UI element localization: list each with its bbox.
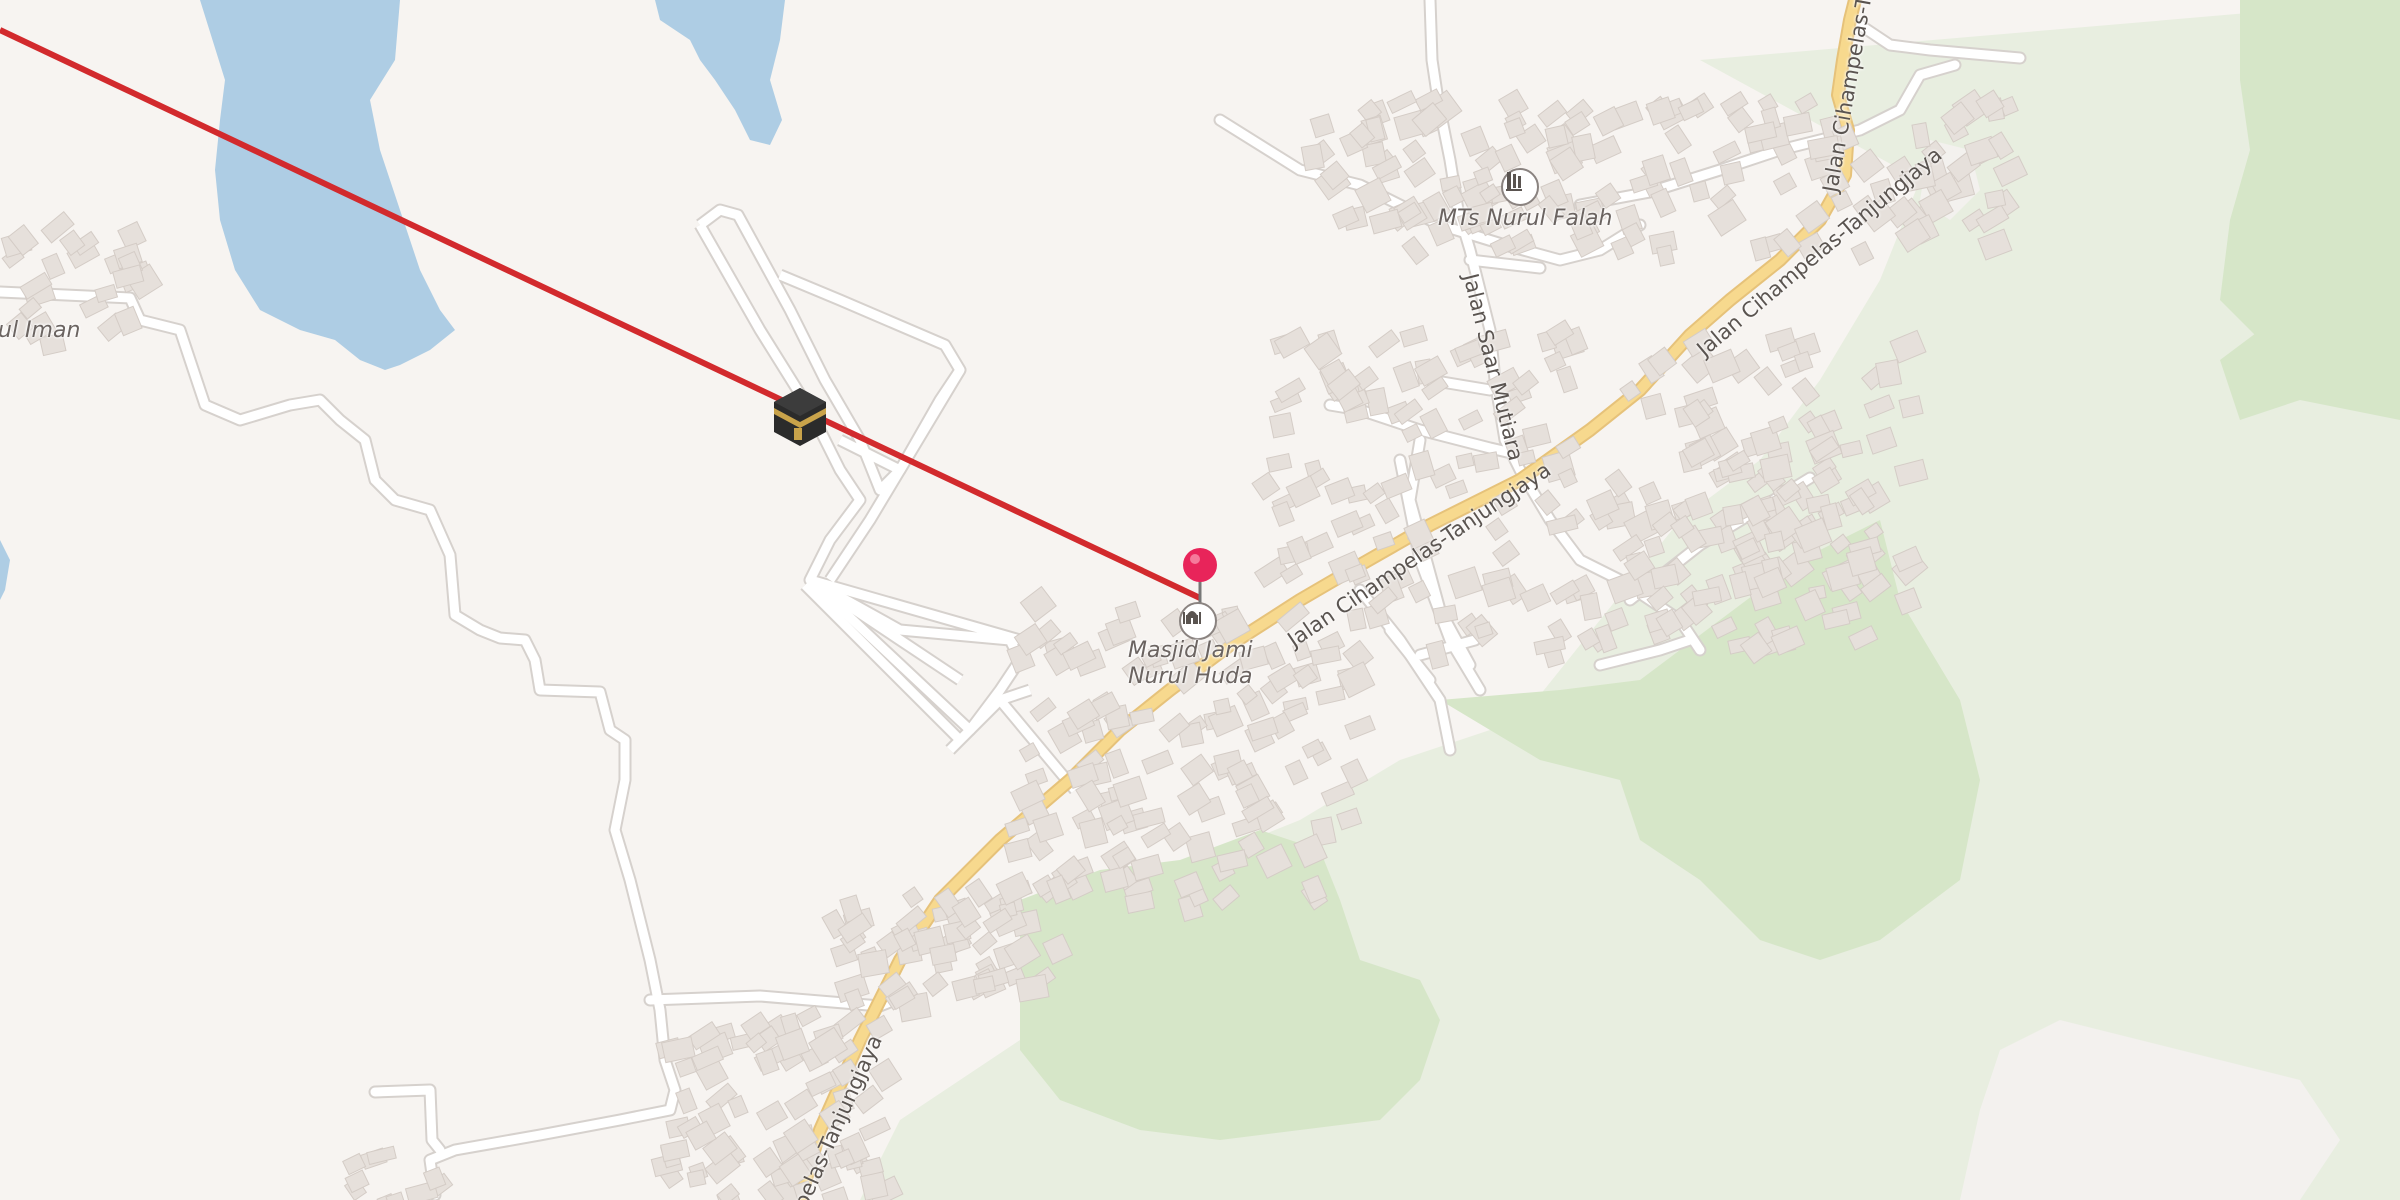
building xyxy=(1251,471,1281,501)
building xyxy=(1772,172,1798,196)
building xyxy=(1875,359,1903,389)
poi-label-line2: Nurul Huda xyxy=(1128,664,1253,689)
building xyxy=(1544,124,1569,149)
building xyxy=(1719,160,1745,186)
building xyxy=(971,930,998,956)
building xyxy=(1141,749,1174,775)
building xyxy=(1310,645,1342,666)
map-canvas[interactable]: MTs Nurul Falah Masjid Jami Nurul Huda u… xyxy=(0,0,2400,1200)
building xyxy=(1401,235,1430,266)
building xyxy=(796,1004,822,1028)
building xyxy=(1457,409,1484,431)
building xyxy=(858,1116,891,1142)
building xyxy=(1015,973,1050,1003)
school-icon[interactable] xyxy=(1501,168,1539,206)
poi-label-iman: ul Iman xyxy=(0,318,81,343)
building xyxy=(1004,816,1031,838)
building xyxy=(901,886,924,909)
building xyxy=(859,1171,889,1200)
mosque-icon-glyph xyxy=(1183,611,1201,624)
building xyxy=(1403,156,1436,189)
building xyxy=(1284,759,1309,786)
building xyxy=(1444,479,1469,500)
parcel-roads xyxy=(694,203,1080,795)
building xyxy=(1455,452,1475,470)
mosque-icon[interactable] xyxy=(1179,602,1217,640)
building xyxy=(660,1139,691,1163)
building xyxy=(1579,592,1602,622)
building xyxy=(686,1169,707,1188)
building xyxy=(1368,329,1401,359)
building xyxy=(366,1145,397,1166)
poi-label-line1: Masjid Jami xyxy=(1128,638,1253,663)
building xyxy=(1782,111,1814,137)
building xyxy=(1447,566,1483,600)
building xyxy=(1029,697,1057,723)
building xyxy=(1640,392,1667,420)
building xyxy=(857,949,890,979)
building xyxy=(1019,585,1057,623)
building xyxy=(1266,452,1293,473)
building xyxy=(1268,412,1295,439)
building xyxy=(1300,143,1325,172)
school-icon-glyph xyxy=(1506,172,1522,191)
building xyxy=(1330,509,1364,538)
poi-label-masjid-jami: Masjid Jami Nurul Huda xyxy=(1128,638,1253,690)
qibla-direction-line xyxy=(0,27,1202,601)
building xyxy=(1374,497,1400,525)
building xyxy=(1521,423,1552,449)
building xyxy=(1492,539,1521,568)
building xyxy=(1763,530,1786,553)
building xyxy=(1213,697,1232,716)
building xyxy=(1315,685,1346,706)
building xyxy=(972,975,996,995)
building xyxy=(1180,753,1215,787)
building xyxy=(1472,451,1500,473)
building xyxy=(1344,715,1376,741)
building xyxy=(1707,198,1747,237)
poi-label-mts-nurul-falah: MTs Nurul Falah xyxy=(1438,206,1613,231)
building xyxy=(755,1100,789,1131)
building xyxy=(1114,600,1142,624)
building xyxy=(675,1087,698,1115)
building xyxy=(1309,113,1335,139)
building xyxy=(385,1191,408,1200)
building xyxy=(1688,180,1711,203)
building xyxy=(1984,189,2007,210)
building xyxy=(1638,481,1662,506)
building xyxy=(1722,503,1744,527)
building xyxy=(1753,366,1783,396)
building xyxy=(1399,324,1428,348)
building xyxy=(1850,240,1875,266)
building xyxy=(1537,99,1568,128)
building xyxy=(1386,89,1418,115)
building xyxy=(1555,365,1579,394)
building xyxy=(1664,124,1693,155)
map-layers xyxy=(0,0,2400,1200)
